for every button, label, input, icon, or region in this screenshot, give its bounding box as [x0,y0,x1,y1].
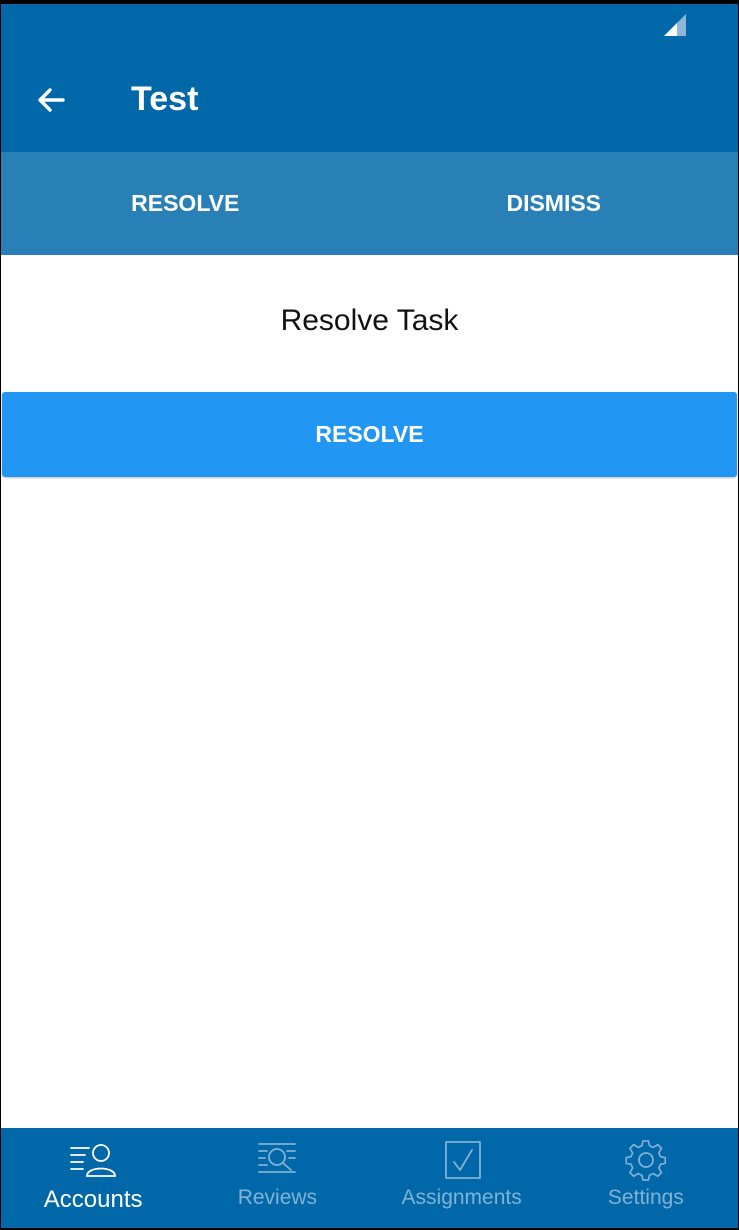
nav-label: Accounts [43,1186,143,1213]
bottom-navigation: Accounts Reviews Assignments Settings [1,1128,738,1228]
assignments-icon [444,1141,481,1179]
arrow-left-icon [38,88,65,112]
nav-item-settings[interactable]: Settings [554,1128,738,1228]
nav-item-reviews[interactable]: Reviews [185,1128,369,1228]
app-bar: Test [1,48,738,152]
tab-bar: RESOLVE DISMISS [1,152,738,255]
tab-dismiss[interactable]: DISMISS [370,152,739,255]
tab-resolve[interactable]: RESOLVE [1,152,370,255]
resolve-button[interactable]: RESOLVE [2,392,737,477]
nav-label: Settings [607,1186,684,1209]
settings-icon [625,1140,666,1181]
section-heading: Resolve Task [280,304,459,337]
app-screen: Test RESOLVE DISMISS Resolve Task RESOLV… [1,4,738,1228]
signal-icon [664,14,686,36]
reviews-icon [258,1143,297,1173]
accounts-icon [70,1144,117,1177]
nav-label: Reviews [237,1186,318,1209]
nav-item-assignments[interactable]: Assignments [370,1128,554,1228]
page-title: Test [131,80,199,118]
back-button[interactable] [29,78,73,122]
status-bar [1,4,738,48]
nav-label: Assignments [401,1186,522,1209]
nav-item-accounts[interactable]: Accounts [1,1128,185,1228]
